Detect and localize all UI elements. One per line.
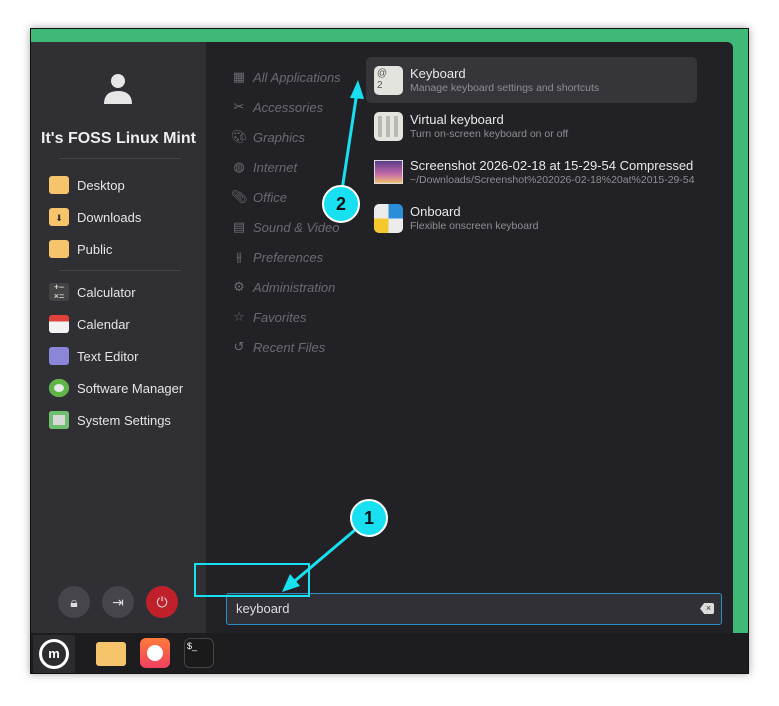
annotation-badge-2: 2 [322,185,360,223]
annotation-badge-1: 1 [350,499,388,537]
arrowhead-2 [350,80,364,99]
annotation-arrow-1 [289,528,356,587]
arrowhead-1 [282,574,300,592]
annotation-arrows [282,80,364,592]
annotation-arrow-2 [340,91,359,191]
